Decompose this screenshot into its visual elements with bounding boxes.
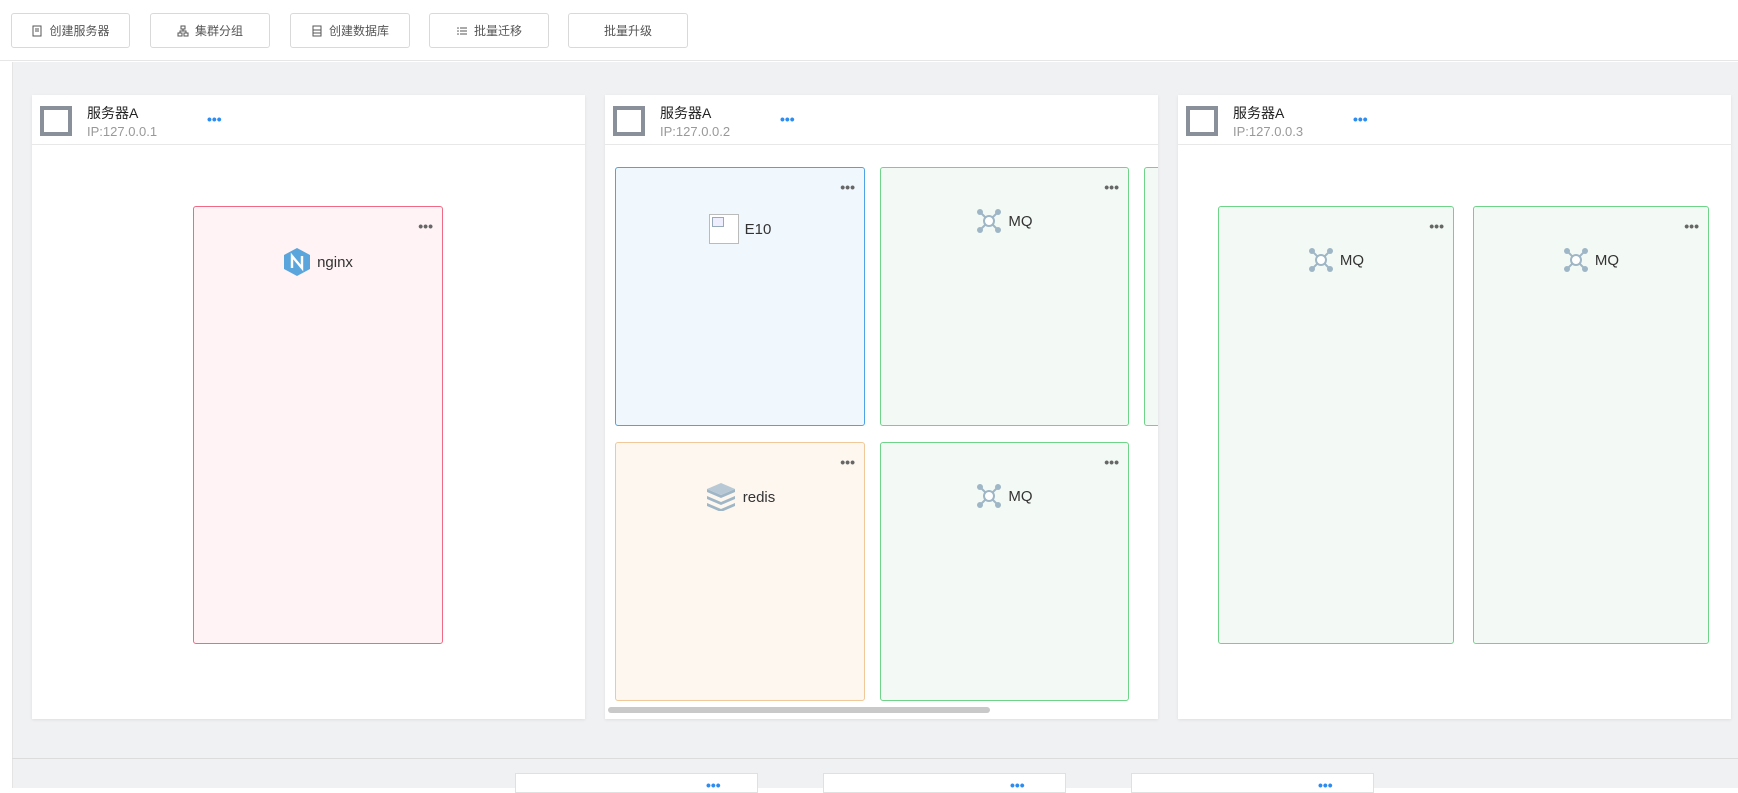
create-server-button[interactable]: 创建服务器 [11,13,130,48]
server-icon [613,106,645,136]
server-icon [1186,106,1218,136]
card-label: MQ [1008,487,1033,505]
cluster-icon [177,25,189,36]
server-more-button[interactable]: ••• [1318,778,1333,792]
server-more-button[interactable]: ••• [780,112,795,126]
server-more-button[interactable]: ••• [1010,778,1025,792]
server-panel-1: 服务器A IP:127.0.0.1 ••• ••• nginx [32,95,585,719]
bottom-server-card-2[interactable]: ••• [823,773,1066,793]
batch-migrate-label: 批量迁移 [473,24,522,38]
mq-icon [977,484,1002,508]
service-card-e10[interactable]: ••• E10 [615,167,865,426]
redis-icon [706,483,735,511]
card-title: E10 [616,214,864,244]
horizontal-scrollbar[interactable] [608,707,990,713]
bottom-server-card-1[interactable]: ••• [515,773,758,793]
server-panel-3: 服务器A IP:127.0.0.3 ••• ••• MQ ••• MQ [1178,95,1731,719]
bottom-server-card-3[interactable]: ••• [1131,773,1374,793]
card-title: MQ [881,208,1128,234]
card-more-button[interactable]: ••• [1429,219,1444,233]
batch-migrate-button[interactable]: 批量迁移 [429,13,549,48]
card-more-button[interactable]: ••• [418,219,433,233]
card-title: nginx [194,247,442,277]
mq-icon [1563,248,1588,272]
list-icon [457,26,467,35]
mq-icon [1308,248,1333,272]
batch-upgrade-label: 批量升级 [603,24,652,38]
card-label: E10 [744,220,772,238]
server-more-button[interactable]: ••• [706,778,721,792]
card-more-button[interactable]: ••• [840,180,855,194]
server-header: 服务器A IP:127.0.0.1 ••• [32,95,585,145]
card-label: MQ [1008,212,1033,230]
card-title: MQ [1219,247,1453,273]
toolbar: 创建服务器 集群分组 创建数据库 批量迁移 批量升级 [0,0,1738,61]
card-more-button[interactable]: ••• [1684,219,1699,233]
service-card-redis[interactable]: ••• redis [615,442,865,701]
server-ip: IP:127.0.0.1 [87,124,158,139]
broken-image-icon [708,214,739,244]
card-label: nginx [317,253,353,271]
server-more-button[interactable]: ••• [207,112,222,126]
card-title: redis [616,483,864,511]
service-card-mq[interactable]: ••• MQ [1473,206,1709,644]
mq-icon [977,209,1002,233]
server-header: 服务器A IP:127.0.0.2 ••• [605,95,1158,145]
card-label: MQ [1339,251,1365,269]
service-card-nginx[interactable]: ••• nginx [193,206,443,644]
service-card-mq[interactable]: ••• MQ [880,167,1129,426]
create-server-label: 创建服务器 [49,24,110,38]
server-ip: IP:127.0.0.3 [1233,124,1304,139]
doc-icon [32,25,42,36]
card-more-button[interactable]: ••• [1104,455,1119,469]
database-icon [312,25,322,36]
service-card-mq[interactable]: ••• MQ [880,442,1129,701]
card-title: MQ [881,483,1128,509]
card-title: MQ [1474,247,1708,273]
cluster-group-button[interactable]: 集群分组 [150,13,270,48]
server-ip: IP:127.0.0.2 [660,124,731,139]
server-more-button[interactable]: ••• [1353,112,1368,126]
cluster-group-label: 集群分组 [194,24,243,38]
card-label: redis [742,488,776,506]
card-more-button[interactable]: ••• [840,455,855,469]
service-card-mq[interactable]: ••• MQ [1218,206,1454,644]
server-icon [40,106,72,136]
server-name: 服务器A [660,105,712,121]
service-card-partial[interactable] [1144,167,1158,426]
card-more-button[interactable]: ••• [1104,180,1119,194]
create-database-button[interactable]: 创建数据库 [290,13,410,48]
server-header: 服务器A IP:127.0.0.3 ••• [1178,95,1731,145]
card-label: MQ [1594,251,1620,269]
batch-upgrade-button[interactable]: 批量升级 [568,13,688,48]
server-panel-2: 服务器A IP:127.0.0.2 ••• ••• E10 ••• MQ ••• [605,95,1158,719]
create-database-label: 创建数据库 [328,24,389,38]
nginx-icon [284,248,311,276]
server-name: 服务器A [87,105,139,121]
server-name: 服务器A [1233,105,1285,121]
